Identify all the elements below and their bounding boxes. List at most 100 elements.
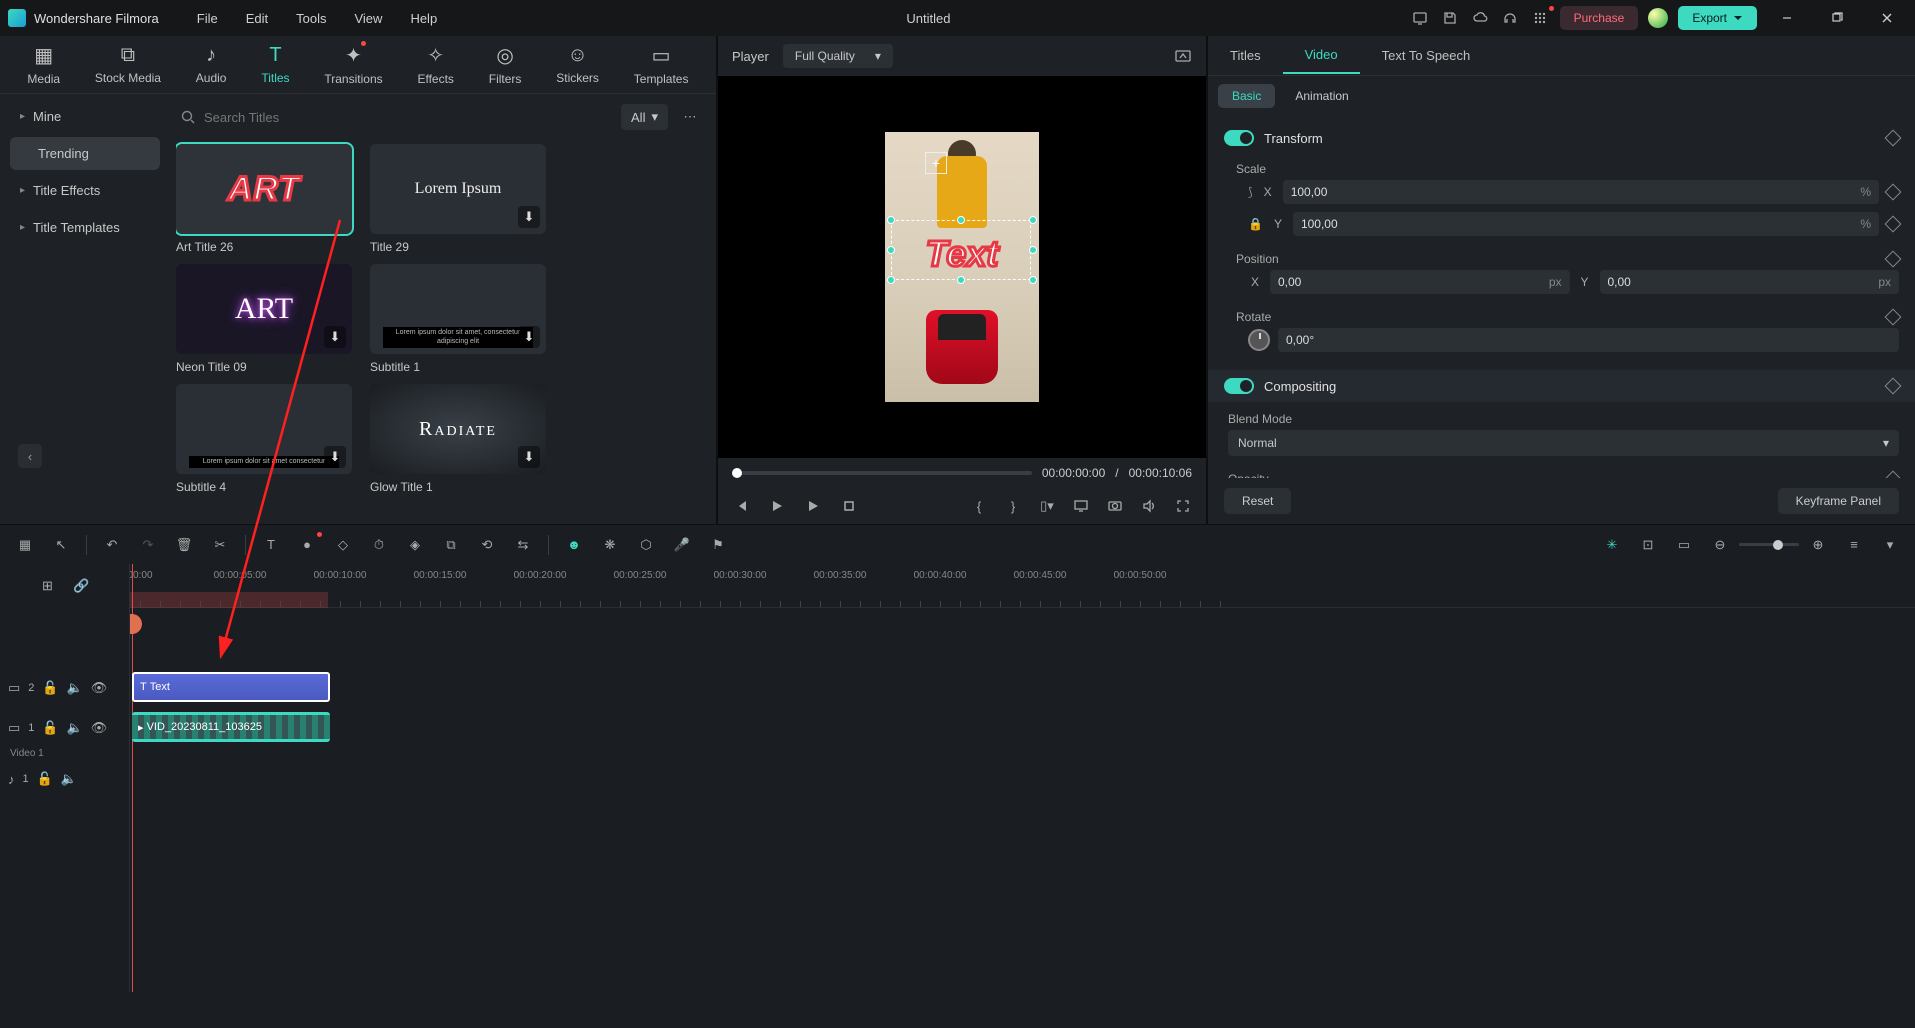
track-height-button[interactable]: ≡	[1843, 534, 1865, 556]
fullscreen-icon[interactable]	[1174, 497, 1192, 515]
collapse-sidebar-button[interactable]: ‹	[18, 444, 42, 468]
preview-text-overlay[interactable]: Text	[926, 233, 999, 275]
mark-in-button[interactable]: {	[970, 497, 988, 515]
cut-button[interactable]: ✂	[209, 534, 231, 556]
rotate-input[interactable]: 0,00°	[1278, 328, 1899, 352]
video-clip[interactable]: ▸ VID_20230811_103625	[132, 712, 330, 742]
tab-titles[interactable]: TTitles	[255, 40, 295, 89]
display-button[interactable]	[1072, 497, 1090, 515]
keyframe-diamond-icon[interactable]	[1885, 378, 1902, 395]
tab-audio[interactable]: ♪Audio	[190, 40, 233, 89]
mic-tool[interactable]: 🎤	[671, 534, 693, 556]
props-tab-titles[interactable]: Titles	[1208, 38, 1283, 73]
tab-effects[interactable]: ✧Effects	[411, 39, 459, 90]
keyframe-diamond-icon[interactable]	[1885, 251, 1902, 268]
export-button[interactable]: Export	[1678, 6, 1757, 30]
delete-button[interactable]: 🗑	[173, 534, 195, 556]
title-item-neon09[interactable]: ART⬇ Neon Title 09	[176, 264, 352, 374]
rotate-knob[interactable]	[1248, 329, 1270, 351]
zoom-slider[interactable]	[1739, 543, 1799, 546]
menu-help[interactable]: Help	[400, 5, 447, 32]
track-text[interactable]: T Text	[130, 668, 1915, 708]
subtab-basic[interactable]: Basic	[1218, 84, 1275, 108]
props-tab-video[interactable]: Video	[1283, 37, 1360, 74]
track-settings[interactable]: ▭	[1673, 534, 1695, 556]
menu-edit[interactable]: Edit	[236, 5, 278, 32]
props-tab-tts[interactable]: Text To Speech	[1360, 38, 1493, 73]
record-button[interactable]: ●	[296, 534, 318, 556]
speed-tool[interactable]: ⏱	[368, 534, 390, 556]
layout-icon[interactable]: ▦	[14, 534, 36, 556]
search-box[interactable]	[180, 109, 460, 125]
prev-frame-button[interactable]	[732, 497, 750, 515]
snap-toggle[interactable]: ✳	[1601, 534, 1623, 556]
cat-title-effects[interactable]: ▸Title Effects	[10, 174, 160, 207]
camera-icon[interactable]	[1106, 497, 1124, 515]
redo-button[interactable]: ↷	[137, 534, 159, 556]
crop-tool[interactable]: ◇	[332, 534, 354, 556]
search-input[interactable]	[204, 110, 460, 125]
cat-mine[interactable]: ▸Mine	[10, 100, 160, 133]
screen-icon[interactable]	[1410, 8, 1430, 28]
download-icon[interactable]: ⬇	[324, 446, 346, 468]
keyframe-diamond-icon[interactable]	[1885, 130, 1902, 147]
ai-tool[interactable]: ☻	[563, 534, 585, 556]
tab-transitions[interactable]: ✦Transitions	[318, 39, 388, 90]
lock-icon[interactable]: 🔓	[37, 771, 53, 787]
track-head-video[interactable]: ▭1 🔓 🔈 👁	[0, 708, 129, 748]
mute-icon[interactable]: 🔈	[67, 680, 83, 696]
undo-button[interactable]: ↶	[101, 534, 123, 556]
scale-y-input[interactable]: 100,00%	[1293, 212, 1879, 236]
keyframe-diamond-icon[interactable]	[1885, 309, 1902, 326]
menu-tools[interactable]: Tools	[286, 5, 336, 32]
track-head-audio[interactable]: ♪1 🔓 🔈	[0, 759, 129, 799]
play-forward-button[interactable]	[804, 497, 822, 515]
subtab-animation[interactable]: Animation	[1281, 84, 1362, 108]
reset-button[interactable]: Reset	[1224, 488, 1291, 514]
mute-icon[interactable]: 🔈	[67, 720, 83, 736]
scale-x-input[interactable]: 100,00%	[1283, 180, 1879, 204]
title-item-subtitle1[interactable]: Lorem ipsum dolor sit amet, consectetur …	[370, 264, 546, 374]
mask-tool[interactable]: ⬡	[635, 534, 657, 556]
link-tracks-icon[interactable]: 🔗	[71, 575, 93, 597]
quality-dropdown[interactable]: Full Quality▾	[783, 44, 893, 68]
avatar[interactable]	[1648, 8, 1668, 28]
group-tool[interactable]: ⧉	[440, 534, 462, 556]
enhance-tool[interactable]: ❋	[599, 534, 621, 556]
blend-mode-dropdown[interactable]: Normal▾	[1228, 430, 1899, 456]
audio-sync-tool[interactable]: ⇆	[512, 534, 534, 556]
mute-icon[interactable]: 🔈	[61, 771, 77, 787]
motion-tool[interactable]: ⟲	[476, 534, 498, 556]
tab-media[interactable]: ▦Media	[21, 39, 66, 90]
download-icon[interactable]: ⬇	[518, 446, 540, 468]
text-clip[interactable]: T Text	[132, 672, 330, 702]
headphones-icon[interactable]	[1500, 8, 1520, 28]
cloud-icon[interactable]	[1470, 8, 1490, 28]
mark-out-button[interactable]: }	[1004, 497, 1022, 515]
select-tool[interactable]: ↖	[50, 534, 72, 556]
visible-icon[interactable]: 👁	[91, 720, 108, 736]
purchase-button[interactable]: Purchase	[1560, 6, 1639, 30]
lock-icon[interactable]: 🔓	[42, 680, 58, 696]
volume-icon[interactable]	[1140, 497, 1158, 515]
zoom-in-button[interactable]: ⊕	[1807, 534, 1829, 556]
text-tool[interactable]: T	[260, 534, 282, 556]
download-icon[interactable]: ⬇	[324, 326, 346, 348]
download-icon[interactable]: ⬇	[518, 326, 540, 348]
track-video[interactable]: ▸ VID_20230811_103625	[130, 708, 1915, 748]
timeline-ruler[interactable]: 00:0000:00:05:0000:00:10:0000:00:15:0000…	[130, 564, 1915, 608]
timeline-settings-icon[interactable]: ⊞	[37, 575, 59, 597]
keyframe-diamond-icon[interactable]	[1885, 216, 1902, 233]
menu-file[interactable]: File	[187, 5, 228, 32]
tab-templates[interactable]: ▭Templates	[628, 39, 695, 90]
title-item-title29[interactable]: Lorem Ipsum⬇ Title 29	[370, 144, 546, 254]
cat-title-templates[interactable]: ▸Title Templates	[10, 211, 160, 244]
preview-viewport[interactable]: + Text	[718, 76, 1206, 458]
compositing-toggle[interactable]	[1224, 378, 1254, 394]
filter-all-dropdown[interactable]: All▾	[621, 104, 668, 130]
title-item-glow1[interactable]: Radiate⬇ Glow Title 1	[370, 384, 546, 494]
ratio-dropdown[interactable]: ▯▾	[1038, 497, 1056, 515]
fit-button[interactable]: ⊡	[1637, 534, 1659, 556]
pos-x-input[interactable]: 0,00px	[1270, 270, 1570, 294]
snapshot-icon[interactable]	[1174, 47, 1192, 65]
